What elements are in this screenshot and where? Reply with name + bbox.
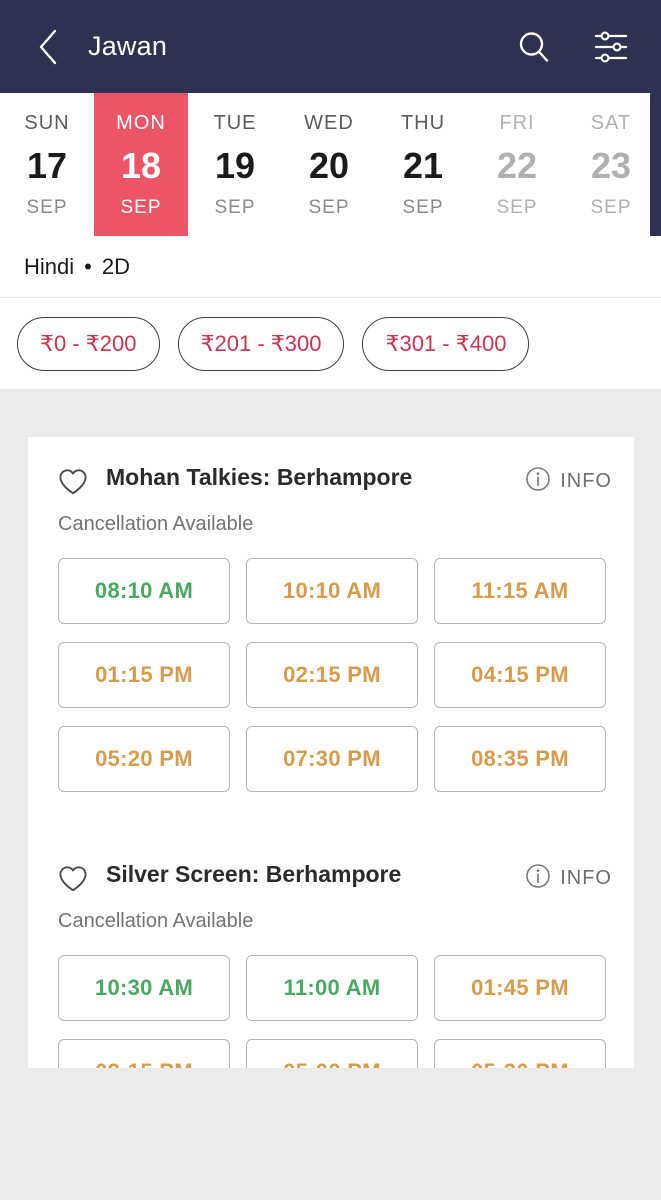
showtime-grid: 08:10 AM 10:10 AM 11:15 AM 01:15 PM 02:15 PM… <box>28 536 634 810</box>
cancellation-note: Cancellation Available <box>58 513 254 535</box>
date-strip-container: SUN 17 SEP MON 18 SEP TUE 19 SEP WED 20 SEP THU 21 SEP… <box>0 93 661 236</box>
date-cell-dow: MON <box>116 111 166 134</box>
date-cell-18[interactable]: MON 18 SEP <box>94 93 188 236</box>
date-cell-month: SEP <box>26 196 68 218</box>
favorite-button[interactable] <box>58 865 88 898</box>
date-cell-17[interactable]: SUN 17 SEP <box>0 93 94 236</box>
price-filter-pill-3[interactable]: ₹301 - ₹400 <box>362 316 530 371</box>
venue-name: Mohan Talkies: Berhampore <box>106 464 413 490</box>
date-cell-dow: FRI <box>499 111 535 134</box>
date-cell-22[interactable]: FRI 22 SEP <box>470 93 564 236</box>
date-cell-day: 20 <box>308 144 350 186</box>
date-strip[interactable]: SUN 17 SEP MON 18 SEP TUE 19 SEP WED 20 SEP THU 21 SEP… <box>0 93 650 236</box>
venue-block: Mohan Talkies: Berhampore INFO Cancellatio… <box>28 437 634 810</box>
date-cell-day: 18 <box>120 144 162 186</box>
venue-info-label: INFO <box>560 867 612 889</box>
venue-info-label: INFO <box>560 470 612 492</box>
date-cell-month: SEP <box>590 196 632 218</box>
showtime-button[interactable]: 02:15 PM <box>246 642 418 708</box>
showtime-button[interactable]: 04:15 PM <box>434 642 606 708</box>
back-button[interactable] <box>28 27 68 67</box>
date-cell-day: 22 <box>496 144 538 186</box>
cancellation-note: Cancellation Available <box>58 910 254 932</box>
date-cell-day: 17 <box>26 144 68 186</box>
venue-name: Silver Screen: Berhampore <box>106 861 402 887</box>
price-filter-pill-2[interactable]: ₹201 - ₹300 <box>177 316 345 371</box>
showtime-button[interactable]: 10:10 AM <box>246 558 418 624</box>
venue-header: Mohan Talkies: Berhampore INFO <box>28 437 634 501</box>
info-icon-wrap <box>525 863 551 894</box>
showtime-grid: 10:30 AM11:00 AM01:45 PM 02:15 PM 05:00 PM… <box>28 933 634 1068</box>
movie-showtimes-screen: Jawan SUN 17 SEP MON 18 SEP TUE 19 SEP WED 20 SEP TH… <box>0 0 661 1200</box>
date-cell-month: SEP <box>308 196 350 218</box>
info-circle-icon <box>526 864 551 888</box>
date-cell-21[interactable]: THU 21 SEP <box>376 93 470 236</box>
page-title: Jawan <box>88 31 168 61</box>
venue-block: Silver Screen: Berhampore INFO Cancellatio… <box>28 834 634 1068</box>
filter-sliders-icon <box>594 31 628 62</box>
search-button[interactable] <box>511 24 557 70</box>
date-cell-month: SEP <box>214 196 256 218</box>
showtime-button[interactable]: 01:45 PM <box>434 955 606 1021</box>
showtime-button[interactable]: 05:00 PM <box>246 1039 418 1068</box>
showtime-button[interactable]: 07:30 PM <box>246 726 418 792</box>
showtime-button[interactable]: 11:00 AM <box>246 955 418 1021</box>
separator-dot: • <box>84 253 92 279</box>
showtime-button[interactable]: 02:15 PM <box>58 1039 230 1068</box>
date-cell-dow: WED <box>304 111 354 134</box>
venue-list-scroll[interactable]: Mohan Talkies: Berhampore INFO Cancellatio… <box>0 389 661 1068</box>
date-cell-day: 23 <box>590 144 632 186</box>
venue-info-button[interactable]: INFO <box>525 863 612 894</box>
language-label: Hindi <box>24 253 75 279</box>
date-cell-day: 19 <box>214 144 256 186</box>
info-icon-wrap <box>525 466 551 497</box>
venue-header: Silver Screen: Berhampore INFO <box>28 834 634 898</box>
price-filter-pill-1[interactable]: ₹0 - ₹200 <box>17 316 160 371</box>
format-label: 2D <box>101 253 130 279</box>
showtime-button[interactable]: 01:15 PM <box>58 642 230 708</box>
date-cell-day: 21 <box>402 144 444 186</box>
date-cell-19[interactable]: TUE 19 SEP <box>188 93 282 236</box>
language-format-row[interactable]: Hindi • 2D <box>0 236 661 298</box>
chevron-left-icon <box>39 29 57 64</box>
date-cell-month: SEP <box>120 196 162 218</box>
app-bar: Jawan <box>0 0 661 93</box>
showtime-button[interactable]: 08:10 AM <box>58 558 230 624</box>
date-cell-dow: SUN <box>24 111 70 134</box>
date-cell-dow: TUE <box>213 111 257 134</box>
filter-button[interactable] <box>589 24 635 70</box>
date-cell-dow: THU <box>400 111 446 134</box>
info-circle-icon <box>526 467 551 491</box>
heart-outline-icon <box>59 469 87 495</box>
search-icon <box>519 31 549 62</box>
showtime-button[interactable]: 08:35 PM <box>434 726 606 792</box>
date-cell-month: SEP <box>496 196 538 218</box>
date-cell-23[interactable]: SAT 23 SEP <box>564 93 650 236</box>
date-cell-dow: SAT <box>590 111 632 134</box>
price-filter-row: ₹0 - ₹200 ₹201 - ₹300 ₹301 - ₹400 <box>0 298 661 389</box>
showtime-button[interactable]: 05:30 PM <box>434 1039 606 1068</box>
showtime-button[interactable]: 10:30 AM <box>58 955 230 1021</box>
showtime-button[interactable]: 05:20 PM <box>58 726 230 792</box>
heart-outline-icon <box>59 866 87 892</box>
showtime-button[interactable]: 11:15 AM <box>434 558 606 624</box>
favorite-button[interactable] <box>58 468 88 501</box>
date-cell-month: SEP <box>402 196 444 218</box>
date-cell-20[interactable]: WED 20 SEP <box>282 93 376 236</box>
venue-info-button[interactable]: INFO <box>525 466 612 497</box>
venue-card: Mohan Talkies: Berhampore INFO Cancellatio… <box>28 437 634 1068</box>
